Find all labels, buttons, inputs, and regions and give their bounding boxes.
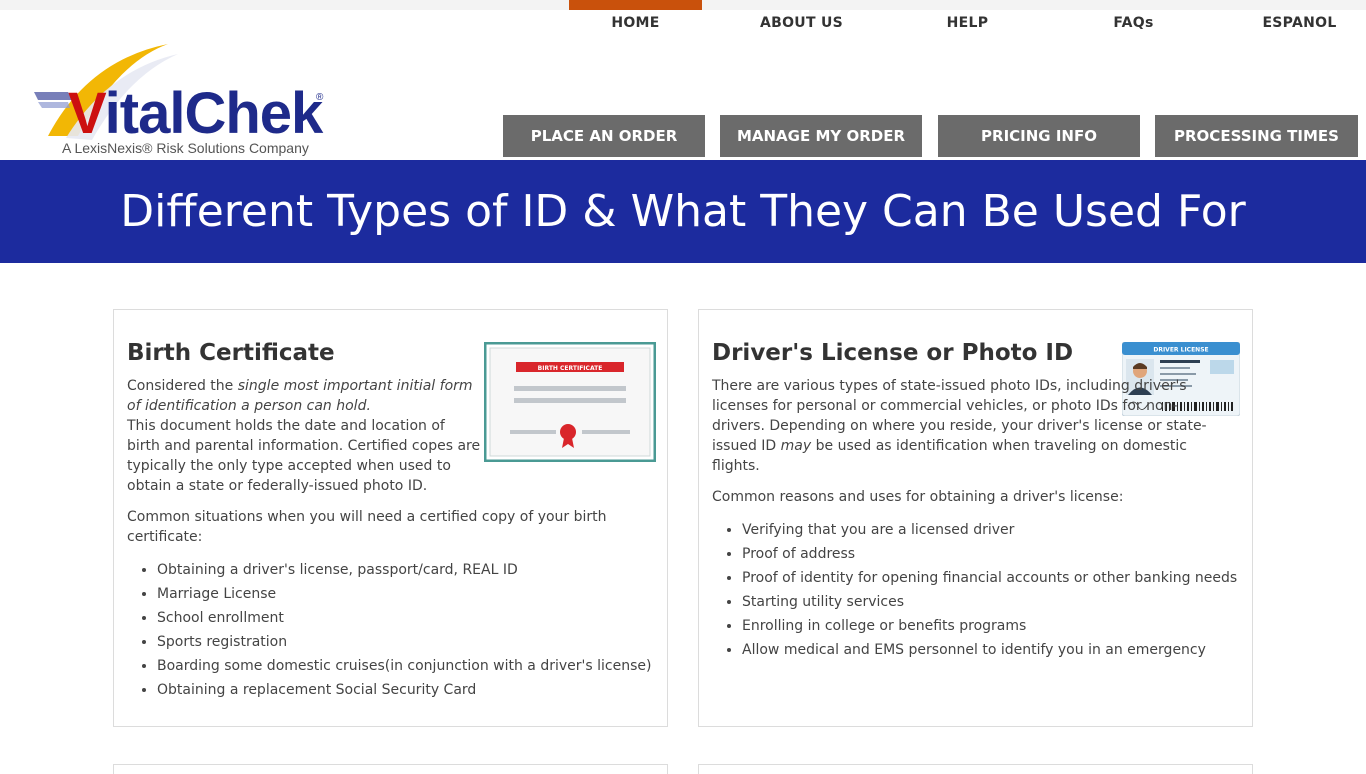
- list-item: Enrolling in college or benefits program…: [742, 616, 1242, 636]
- next-card-right: [698, 764, 1253, 774]
- logo-subtitle: A LexisNexis® Risk Solutions Company: [62, 140, 309, 156]
- id-image-label: DRIVER LICENSE: [1153, 347, 1208, 354]
- list-item: Allow medical and EMS personnel to ident…: [742, 640, 1242, 660]
- list-item: Marriage License: [157, 584, 657, 604]
- list-item: Boarding some domestic cruises(in conjun…: [157, 656, 657, 676]
- list-item: Proof of address: [742, 544, 1242, 564]
- logo-letters: italChek: [104, 81, 324, 146]
- pricing-info-button[interactable]: PRICING INFO: [938, 115, 1140, 157]
- drivers-license-card: Driver's License or Photo ID DRIVER LICE…: [698, 309, 1253, 727]
- logo-letter-v: V: [68, 81, 106, 146]
- nav-help-link[interactable]: HELP: [901, 0, 1034, 46]
- next-card-left: [113, 764, 668, 774]
- birth-certificate-lead: Common situations when you will need a c…: [127, 509, 607, 545]
- birth-certificate-uses-list: Obtaining a driver's license, passport/c…: [157, 560, 657, 704]
- list-item: Verifying that you are a licensed driver: [742, 520, 1242, 540]
- place-an-order-button[interactable]: PLACE AN ORDER: [503, 115, 705, 157]
- list-item: Obtaining a replacement Social Security …: [157, 680, 657, 700]
- list-item: Sports registration: [157, 632, 657, 652]
- list-item: Obtaining a driver's license, passport/c…: [157, 560, 657, 580]
- page-title: Different Types of ID & What They Can Be…: [120, 186, 1246, 237]
- nav-home-link[interactable]: HOME: [569, 0, 702, 46]
- certificate-icon: BIRTH CERTIFICATE: [483, 341, 657, 463]
- list-item: Proof of identity for opening financial …: [742, 568, 1242, 588]
- nav-espanol-link[interactable]: ESPANOL: [1233, 0, 1366, 46]
- manage-my-order-button[interactable]: MANAGE MY ORDER: [720, 115, 922, 157]
- birth-certificate-title: Birth Certificate: [127, 340, 335, 366]
- list-item: School enrollment: [157, 608, 657, 628]
- body-emphasis: may: [780, 438, 812, 454]
- drivers-license-lead: Common reasons and uses for obtaining a …: [712, 489, 1124, 505]
- processing-times-button[interactable]: PROCESSING TIMES: [1155, 115, 1358, 157]
- top-navigation: HOME ABOUT US HELP FAQs ESPANOL: [569, 0, 1366, 46]
- drivers-license-title: Driver's License or Photo ID: [712, 340, 1074, 366]
- logo-registered-mark: ®: [316, 92, 324, 103]
- birth-certificate-intro: Considered the single most important ini…: [127, 376, 482, 416]
- certificate-image-label: BIRTH CERTIFICATE: [538, 365, 603, 372]
- drivers-license-body: There are various types of state-issued …: [712, 376, 1222, 476]
- drivers-license-uses-list: Verifying that you are a licensed driver…: [742, 520, 1242, 664]
- birth-certificate-card: Birth Certificate BIRTH CERTIFICATE Cons…: [113, 309, 668, 727]
- page-banner: Different Types of ID & What They Can Be…: [0, 160, 1366, 263]
- vitalchek-logo[interactable]: VitalChek ® A LexisNexis® Risk Solutions…: [28, 40, 328, 160]
- intro-prefix: Considered the: [127, 378, 238, 394]
- nav-about-us-link[interactable]: ABOUT US: [735, 0, 868, 46]
- list-item: Starting utility services: [742, 592, 1242, 612]
- nav-faqs-link[interactable]: FAQs: [1067, 0, 1200, 46]
- birth-certificate-body: This document holds the date and locatio…: [127, 418, 481, 494]
- logo-wordmark: VitalChek: [68, 81, 324, 146]
- birth-certificate-image: BIRTH CERTIFICATE: [483, 341, 657, 463]
